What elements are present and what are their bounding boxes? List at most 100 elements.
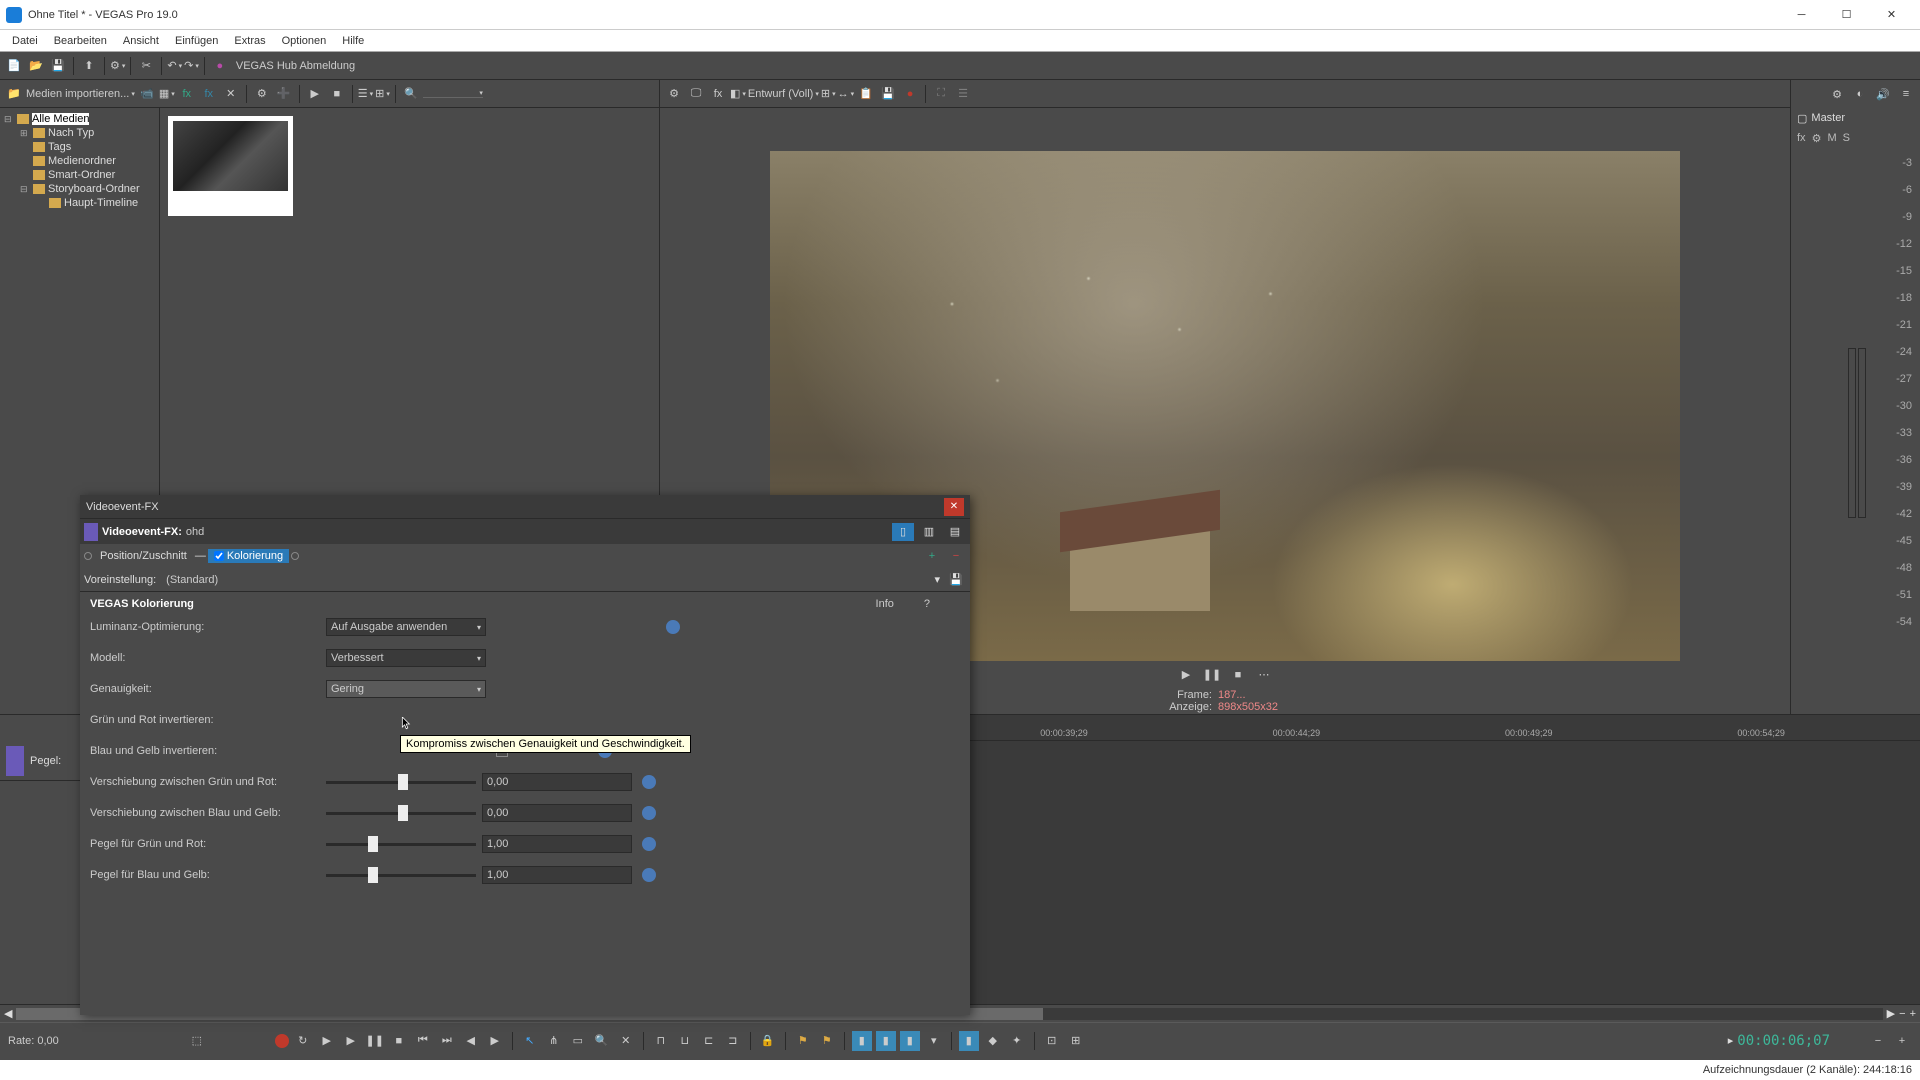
import-icon[interactable]: 📁 [4,84,24,104]
fx-blue-icon[interactable]: fx [199,84,219,104]
play-icon[interactable]: ▶ [305,84,325,104]
master-dim-icon[interactable]: ◐ [1850,84,1870,104]
new-icon[interactable]: 📄 [4,56,24,76]
import-media-dropdown[interactable]: Medien importieren...▾ [26,88,135,100]
close-button[interactable]: ✕ [1869,1,1914,29]
master-fx-button[interactable]: fx [1797,132,1806,144]
media-thumbnail[interactable] [168,116,293,216]
master-mute-button[interactable]: M [1827,132,1836,144]
save-icon[interactable]: 💾 [48,56,68,76]
fullscreen-icon[interactable]: ⛶ [931,84,951,104]
maximize-button[interactable]: ☐ [1824,1,1869,29]
chain-enable-checkbox[interactable] [214,551,224,561]
minimize-button[interactable]: ─ [1779,1,1824,29]
min-track-icon[interactable]: − [1868,1031,1888,1051]
cut-icon[interactable]: ✂ [136,56,156,76]
fx-close-button[interactable]: ✕ [944,498,964,516]
menu-extras[interactable]: Extras [226,33,273,49]
video-fx-icon[interactable]: fx [708,84,728,104]
ripple1-icon[interactable]: ▮ [852,1031,872,1051]
master-speaker-icon[interactable]: 🔊 [1873,84,1893,104]
preset-value[interactable]: (Standard) [166,574,218,586]
go-end-button[interactable]: ⏭ [437,1031,457,1051]
chain-dot-icon[interactable] [84,552,92,560]
ext-monitor-icon[interactable]: 🖵 [686,84,706,104]
quality-dropdown[interactable]: Entwurf (Voll)▾ [748,88,819,100]
remove-icon[interactable]: ✕ [221,84,241,104]
preview-props-icon[interactable]: ⚙ [664,84,684,104]
loop-button[interactable]: ↻ [293,1031,313,1051]
master-sliders-icon[interactable]: ≡ [1896,84,1916,104]
scale-dropdown[interactable]: ↔▾ [838,88,855,100]
keyframe-icon[interactable] [642,868,656,882]
play-button[interactable]: ▶ [1175,664,1197,686]
shift-by-value[interactable]: 0,00 [482,804,632,822]
timecode[interactable]: 00:00:06;07 [1737,1033,1830,1049]
scroll-left-icon[interactable]: ◀ [4,1007,12,1020]
pause-button[interactable]: ❚❚ [1201,664,1223,686]
marker-flag-icon[interactable]: ⚑ [793,1031,813,1051]
sort-dropdown[interactable]: ⊞▾ [375,87,390,100]
master-auto-button[interactable]: ⚙ [1812,132,1822,145]
open-icon[interactable]: 📂 [26,56,46,76]
shift-gr-value[interactable]: 0,00 [482,773,632,791]
go-start-button[interactable]: ⏮ [413,1031,433,1051]
render-icon[interactable]: ⬆ [79,56,99,76]
snap-grid-icon[interactable]: ⊔ [675,1031,695,1051]
menu-edit[interactable]: Bearbeiten [46,33,115,49]
more1-icon[interactable]: ⊡ [1042,1031,1062,1051]
more-button[interactable]: ⋯ [1253,664,1275,686]
snap-events-icon[interactable]: ⊐ [723,1031,743,1051]
normal-edit-icon[interactable]: ↖ [520,1031,540,1051]
preset-drop-icon[interactable]: ▾ [934,573,940,586]
zoom-out-icon[interactable]: − [1899,1008,1905,1020]
keyframe-icon[interactable] [642,806,656,820]
prev-frame-button[interactable]: ◀ [461,1031,481,1051]
chain-node-position[interactable]: Position/Zuschnitt [94,549,193,563]
save-frame-icon[interactable]: 💾 [878,84,898,104]
scroll-right-icon[interactable]: ▶ [1887,1007,1895,1020]
overlay-dropdown[interactable]: ⊞▾ [821,87,836,100]
search-icon[interactable]: 🔍 [401,84,421,104]
tree-root[interactable]: ⊟Alle Medien [0,112,159,126]
menu-file[interactable]: Datei [4,33,46,49]
fx-dialog-titlebar[interactable]: Videoevent-FX ✕ [80,495,970,518]
tree-item[interactable]: Tags [0,140,159,154]
capture-icon[interactable]: 📹 [137,84,157,104]
views-dropdown[interactable]: ☰▾ [358,87,373,100]
master-gear-icon[interactable]: ⚙ [1827,84,1847,104]
tree-item[interactable]: ⊟Storyboard-Ordner [0,182,159,196]
tree-item[interactable]: Medienordner [0,154,159,168]
chain-node-colorize[interactable]: Kolorierung [208,549,289,563]
cut-icon[interactable]: ✕ [616,1031,636,1051]
play-start-button[interactable]: ▶ [317,1031,337,1051]
play-button[interactable]: ▶ [341,1031,361,1051]
level-gr-slider[interactable] [326,843,476,846]
fx-view1-button[interactable]: ▯ [892,523,914,541]
fx-green-icon[interactable]: fx [177,84,197,104]
next-frame-button[interactable]: ▶ [485,1031,505,1051]
list-icon[interactable]: ☰ [953,84,973,104]
properties-dropdown[interactable]: ⚙▾ [110,59,125,72]
accuracy-combo[interactable]: Gering▾ [326,680,486,698]
pause-button[interactable]: ❚❚ [365,1031,385,1051]
stop-button[interactable]: ■ [1227,664,1249,686]
fx-remove-icon[interactable]: − [946,546,966,566]
select-icon[interactable]: ▭ [568,1031,588,1051]
search-dropdown[interactable]: ▾ [423,89,483,98]
envelope-icon[interactable]: ⋔ [544,1031,564,1051]
lock-icon[interactable]: 🔒 [758,1031,778,1051]
more2-icon[interactable]: ⊞ [1066,1031,1086,1051]
zoom-icon[interactable]: 🔍 [592,1031,612,1051]
max-track-icon[interactable]: + [1892,1031,1912,1051]
menu-help[interactable]: Hilfe [334,33,372,49]
menu-view[interactable]: Ansicht [115,33,167,49]
shuttle-icon[interactable]: ⬚ [187,1031,207,1051]
fx-add-icon[interactable]: + [922,546,942,566]
add-icon[interactable]: ➕ [274,84,294,104]
level-gr-value[interactable]: 1,00 [482,835,632,853]
gear-icon[interactable]: ⚙ [252,84,272,104]
split-view-dropdown[interactable]: ◧▾ [730,87,746,100]
stop-button[interactable]: ■ [389,1031,409,1051]
undo-dropdown[interactable]: ↶▾ [167,59,182,72]
